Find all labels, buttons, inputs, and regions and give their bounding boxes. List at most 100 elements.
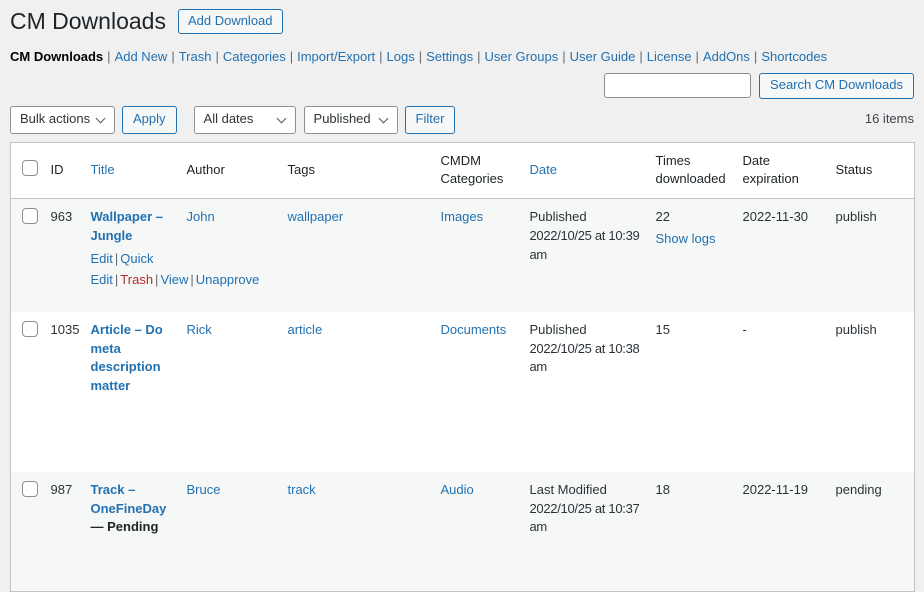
select-all-checkbox[interactable] [22,160,38,176]
select-row-checkbox[interactable] [22,208,38,224]
nav-item-addons[interactable]: AddOns [703,49,750,64]
row-action-separator: | [115,251,118,266]
author-link[interactable]: Bruce [187,482,221,497]
row-action-edit[interactable]: Edit [91,251,113,266]
nav-separator: | [171,49,174,64]
nav-separator: | [477,49,480,64]
search-input[interactable] [604,73,751,98]
select-row-checkbox[interactable] [22,321,38,337]
status-filter-select[interactable]: Published [304,106,398,134]
show-logs-link[interactable]: Show logs [656,231,716,246]
select-row-checkbox[interactable] [22,481,38,497]
nav-item-shortcodes[interactable]: Shortcodes [761,49,827,64]
tag-link[interactable]: wallpaper [288,209,344,224]
tag-link[interactable]: article [288,322,323,337]
row-action-unapprove[interactable]: Unapprove [196,272,260,287]
search-button[interactable]: Search CM Downloads [759,73,914,99]
filter-button[interactable]: Filter [405,106,456,134]
nav-separator: | [696,49,699,64]
apply-button[interactable]: Apply [122,106,177,134]
nav-separator: | [215,49,218,64]
row-action-trash[interactable]: Trash [120,272,153,287]
download-title: Wallpaper – Jungle [91,209,163,243]
cell-author: Bruce [177,472,278,592]
date-value: 2022/10/25 at 10:38 am [530,341,640,375]
category-link[interactable]: Images [441,209,484,224]
nav-separator: | [639,49,642,64]
cell-category: Documents [431,312,520,472]
download-title: Track – OneFineDay — Pending [91,482,167,535]
cell-date: Last Modified2022/10/25 at 10:37 am [520,472,646,592]
nav-separator: | [419,49,422,64]
row-action-view[interactable]: View [160,272,188,287]
nav-item-settings[interactable]: Settings [426,49,473,64]
add-download-button[interactable]: Add Download [178,9,283,34]
cell-id: 987 [41,472,81,592]
cell-title: Article – Do meta description matter [81,312,177,472]
cell-times-downloaded: 18 [646,472,733,592]
author-link[interactable]: John [187,209,215,224]
cell-date-expiration: - [733,312,826,472]
nav-item-cm-downloads: CM Downloads [10,49,103,64]
downloads-table: IDTitleAuthorTagsCMDM CategoriesDateTime… [10,142,915,592]
nav-item-categories[interactable]: Categories [223,49,286,64]
date-value: 2022/10/25 at 10:39 am [530,228,640,262]
column-header-times: Times downloaded [646,142,733,199]
download-title-link[interactable]: Wallpaper – Jungle [91,209,163,243]
chevron-down-icon [96,113,106,123]
download-title-link[interactable]: Article – Do meta description matter [91,322,163,394]
cell-title: Track – OneFineDay — Pending [81,472,177,592]
dates-filter-select[interactable]: All dates [194,106,296,134]
table-row: 987Track – OneFineDay — PendingBrucetrac… [11,472,915,592]
nav-item-logs[interactable]: Logs [387,49,415,64]
nav-item-trash[interactable]: Trash [179,49,212,64]
author-link[interactable]: Rick [187,322,212,337]
sort-by-date[interactable]: Date [530,162,557,177]
row-checkbox-cell [11,472,41,592]
sort-by-title[interactable]: Title [91,162,115,177]
category-link[interactable]: Documents [441,322,507,337]
bulk-actions-select[interactable]: Bulk actions [10,106,115,134]
cell-date: Published2022/10/25 at 10:39 am [520,199,646,312]
cell-status: publish [826,312,915,472]
column-header-title: Title [81,142,177,199]
nav-item: Shortcodes [761,49,827,64]
nav-item-user-groups[interactable]: User Groups [485,49,559,64]
nav-separator: | [379,49,382,64]
cell-author: John [177,199,278,312]
nav-separator: | [290,49,293,64]
chevron-down-icon [276,113,286,123]
cell-date-expiration: 2022-11-30 [733,199,826,312]
download-title-link[interactable]: Track – OneFineDay [91,482,167,516]
date-status-label: Published [530,321,643,340]
cell-date-expiration: 2022-11-19 [733,472,826,592]
download-title: Article – Do meta description matter [91,322,163,394]
row-action-separator: | [190,272,193,287]
nav-item-import-export[interactable]: Import/Export [297,49,375,64]
page-title: CM Downloads [10,7,166,36]
date-status-label: Last Modified [530,481,643,500]
page-header: CM Downloads Add Download [10,7,914,36]
nav-separator: | [754,49,757,64]
nav-separator: | [107,49,110,64]
column-header-author: Author [177,142,278,199]
row-action-separator: | [155,272,158,287]
nav-item: User Groups| [485,49,570,64]
tag-link[interactable]: track [288,482,316,497]
column-header-status: Status [826,142,915,199]
cm-downloads-page: CM Downloads Add Download CM Downloads|A… [0,0,924,592]
nav-item: License | [647,49,703,64]
nav-item-license[interactable]: License [647,49,692,64]
column-header-cb [11,142,41,199]
nav-item-add-new[interactable]: Add New [115,49,168,64]
cell-status: publish [826,199,915,312]
plugin-nav: CM Downloads|Add New|Trash|Categories|Im… [10,48,914,67]
cell-times-downloaded: 15 [646,312,733,472]
category-link[interactable]: Audio [441,482,474,497]
column-header-expiration: Date expiration [733,142,826,199]
nav-item-user-guide[interactable]: User Guide [570,49,636,64]
title-status-note: — Pending [91,519,159,534]
row-checkbox-cell [11,199,41,312]
nav-item: Categories | [223,49,297,64]
chevron-down-icon [378,113,388,123]
